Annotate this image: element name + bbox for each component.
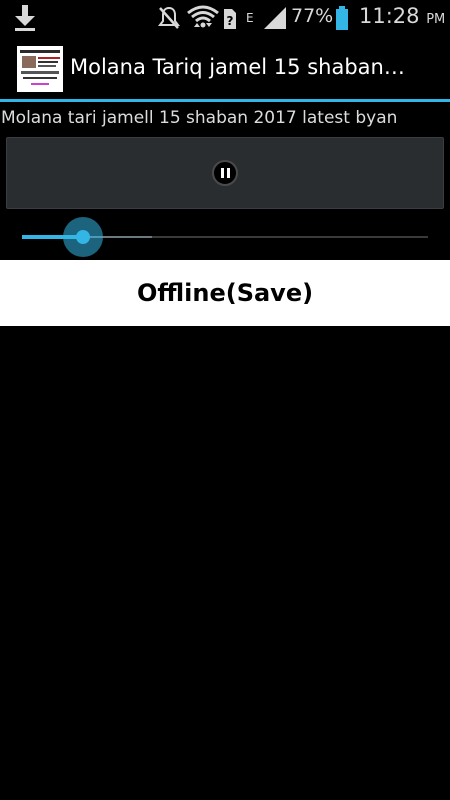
seekbar[interactable] <box>22 216 428 258</box>
track-title: Molana tari jamell 15 shaban 2017 latest… <box>1 108 398 128</box>
clock: 11:28 PM <box>359 4 445 28</box>
action-bar: Molana Tariq jamel 15 shaban… <box>0 36 450 100</box>
status-bar: ? E 77% 11:28 PM <box>0 0 450 36</box>
seek-thumb[interactable] <box>75 230 90 244</box>
download-icon <box>15 5 35 31</box>
network-type-label: E <box>246 11 254 25</box>
player-panel <box>6 137 444 209</box>
pause-icon-bar-right <box>227 168 230 178</box>
battery-icon <box>336 6 348 30</box>
battery-percent: 77% <box>291 5 334 27</box>
pause-button[interactable] <box>212 160 238 186</box>
clock-ampm: PM <box>426 12 446 27</box>
action-bar-divider <box>0 99 450 102</box>
svg-text:?: ? <box>227 14 234 28</box>
clock-time: 11:28 <box>359 4 420 28</box>
app-logo-icon[interactable] <box>17 46 63 92</box>
signal-icon <box>264 7 286 29</box>
sim-unknown-icon: ? <box>224 9 236 29</box>
offline-save-button[interactable]: Offline(Save) <box>0 260 450 326</box>
app-title: Molana Tariq jamel 15 shaban… <box>70 55 405 79</box>
pause-icon-bar-left <box>221 168 224 178</box>
mute-icon <box>158 6 180 29</box>
wifi-icon <box>187 5 219 28</box>
